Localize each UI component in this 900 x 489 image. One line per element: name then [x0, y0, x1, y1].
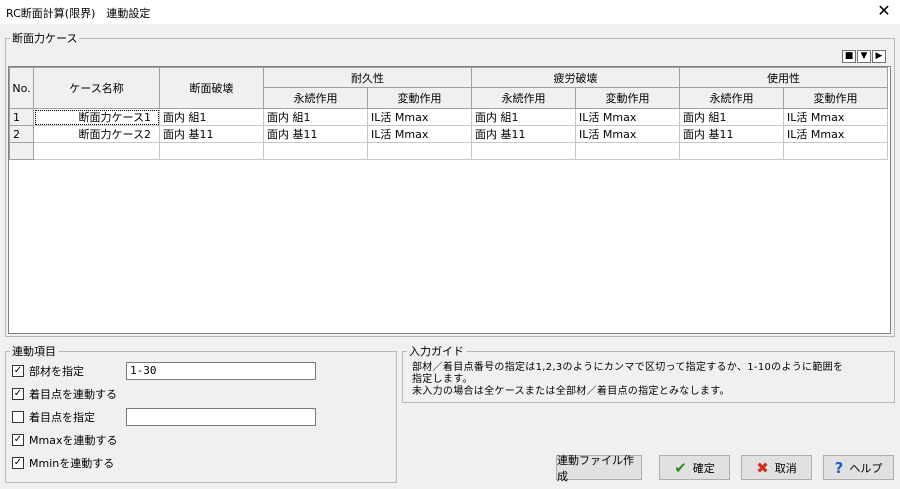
header-serviceability: 使用性 [679, 67, 888, 88]
header-service-variable: 変動作用 [783, 87, 888, 109]
table-row[interactable]: 1 断面力ケース1 面内 組1 面内 組1 IL活 Mmax 面内 組1 IL活… [9, 108, 888, 126]
header-no: No. [9, 67, 34, 109]
header-case-name: ケース名称 [33, 67, 160, 109]
header-durability-permanent: 永続作用 [263, 87, 368, 109]
service-permanent-cell[interactable]: 面内 基11 [679, 125, 784, 143]
header-fatigue-variable: 変動作用 [575, 87, 680, 109]
dropdown-icon[interactable]: ▼ [857, 50, 871, 63]
cross-icon: ✖ [756, 458, 769, 477]
cancel-label: 取消 [774, 461, 797, 475]
header-fatigue-permanent: 永続作用 [471, 87, 576, 109]
guide-line: 部材／着目点番号の指定は1,2,3のようにカンマで区切って指定するか、1-10の… [412, 362, 844, 373]
service-variable-cell[interactable]: IL活 Mmax [783, 125, 888, 143]
input-guide-text: 部材／着目点番号の指定は1,2,3のようにカンマで区切って指定するか、1-10の… [412, 362, 890, 398]
window-title: RC断面計算(限界) 連動設定 [6, 7, 151, 20]
durability-permanent-cell[interactable] [263, 142, 368, 160]
table-row-empty[interactable] [9, 142, 888, 160]
point-specify-checkbox[interactable] [12, 411, 24, 423]
mmin-link-row[interactable]: ✓ Mminを連動する [12, 455, 114, 471]
point-input[interactable] [126, 408, 316, 426]
fatigue-variable-cell[interactable]: IL活 Mmax [575, 108, 680, 126]
fatigue-permanent-cell[interactable]: 面内 基11 [471, 125, 576, 143]
help-button[interactable]: ? ヘルプ [823, 455, 894, 480]
fatigue-permanent-cell[interactable]: 面内 組1 [471, 108, 576, 126]
guide-line: 未入力の場合は全ケースまたは全部材／着目点の指定とみなします。 [412, 386, 730, 397]
mmin-link-checkbox[interactable]: ✓ [12, 457, 24, 469]
row-number [9, 142, 34, 160]
section-failure-cell[interactable]: 面内 組1 [159, 108, 264, 126]
durability-permanent-cell[interactable]: 面内 組1 [263, 108, 368, 126]
confirm-label: 確定 [692, 461, 715, 475]
confirm-button[interactable]: ✔ 確定 [659, 455, 730, 480]
point-specify-label: 着目点を指定 [29, 411, 95, 424]
fatigue-permanent-cell[interactable] [471, 142, 576, 160]
link-points-row[interactable]: ✓ 着目点を連動する [12, 386, 117, 402]
mmax-link-checkbox[interactable]: ✓ [12, 434, 24, 446]
check-icon: ✔ [674, 458, 687, 477]
close-icon[interactable]: ✕ [876, 2, 892, 20]
case-group-legend: 断面力ケース [12, 32, 78, 45]
table-row[interactable]: 2 断面力ケース2 面内 基11 面内 基11 IL活 Mmax 面内 基11 … [9, 125, 888, 143]
mmin-link-label: Mminを連動する [29, 457, 115, 470]
point-specify-row[interactable]: 着目点を指定 [12, 409, 95, 425]
case-name-cell[interactable]: 断面力ケース1 [33, 108, 160, 126]
service-variable-cell[interactable]: IL活 Mmax [783, 108, 888, 126]
link-points-checkbox[interactable]: ✓ [12, 388, 24, 400]
create-link-file-button[interactable]: 連動ファイル作成 [556, 454, 642, 483]
help-label: ヘルプ [849, 461, 883, 475]
link-items-legend: 連動項目 [12, 345, 56, 358]
service-variable-cell[interactable] [783, 142, 888, 160]
link-points-label: 着目点を連動する [29, 388, 117, 401]
play-icon[interactable]: ▶ [872, 50, 886, 63]
member-specify-checkbox[interactable]: ✓ [12, 365, 24, 377]
title-bar: RC断面計算(限界) 連動設定 ✕ [0, 0, 900, 24]
mmax-link-row[interactable]: ✓ Mmaxを連動する [12, 432, 117, 448]
create-link-file-label: 連動ファイル作成 [557, 453, 634, 483]
durability-permanent-cell[interactable]: 面内 基11 [263, 125, 368, 143]
durability-variable-cell[interactable] [367, 142, 472, 160]
row-number: 2 [9, 125, 34, 143]
header-service-permanent: 永続作用 [679, 87, 784, 109]
service-permanent-cell[interactable]: 面内 組1 [679, 108, 784, 126]
header-durability: 耐久性 [263, 67, 472, 88]
guide-line: 指定します。 [412, 374, 473, 385]
member-specify-label: 部材を指定 [29, 365, 84, 378]
stop-icon[interactable]: ■ [842, 50, 856, 63]
service-permanent-cell[interactable] [679, 142, 784, 160]
fatigue-variable-cell[interactable]: IL活 Mmax [575, 125, 680, 143]
header-durability-variable: 変動作用 [367, 87, 472, 109]
section-failure-cell[interactable]: 面内 基11 [159, 125, 264, 143]
member-input[interactable]: 1-30 [126, 362, 316, 380]
member-specify-row[interactable]: ✓ 部材を指定 [12, 363, 84, 379]
case-name-cell[interactable] [33, 142, 160, 160]
header-section-failure: 断面破壊 [159, 67, 264, 109]
fatigue-variable-cell[interactable] [575, 142, 680, 160]
section-failure-cell[interactable] [159, 142, 264, 160]
case-table: No. ケース名称 断面破壊 耐久性 疲労破壊 使用性 永続作用 変動作用 永続… [9, 67, 888, 160]
header-fatigue: 疲労破壊 [471, 67, 680, 88]
cancel-button[interactable]: ✖ 取消 [741, 455, 812, 480]
input-guide-legend: 入力ガイド [409, 345, 464, 358]
case-grid[interactable]: No. ケース名称 断面破壊 耐久性 疲労破壊 使用性 永続作用 変動作用 永続… [8, 66, 891, 334]
durability-variable-cell[interactable]: IL活 Mmax [367, 125, 472, 143]
mmax-link-label: Mmaxを連動する [29, 434, 118, 447]
help-icon: ? [834, 458, 844, 477]
durability-variable-cell[interactable]: IL活 Mmax [367, 108, 472, 126]
grid-nav-buttons: ■ ▼ ▶ [842, 50, 886, 63]
case-name-cell[interactable]: 断面力ケース2 [33, 125, 160, 143]
row-number: 1 [9, 108, 34, 126]
